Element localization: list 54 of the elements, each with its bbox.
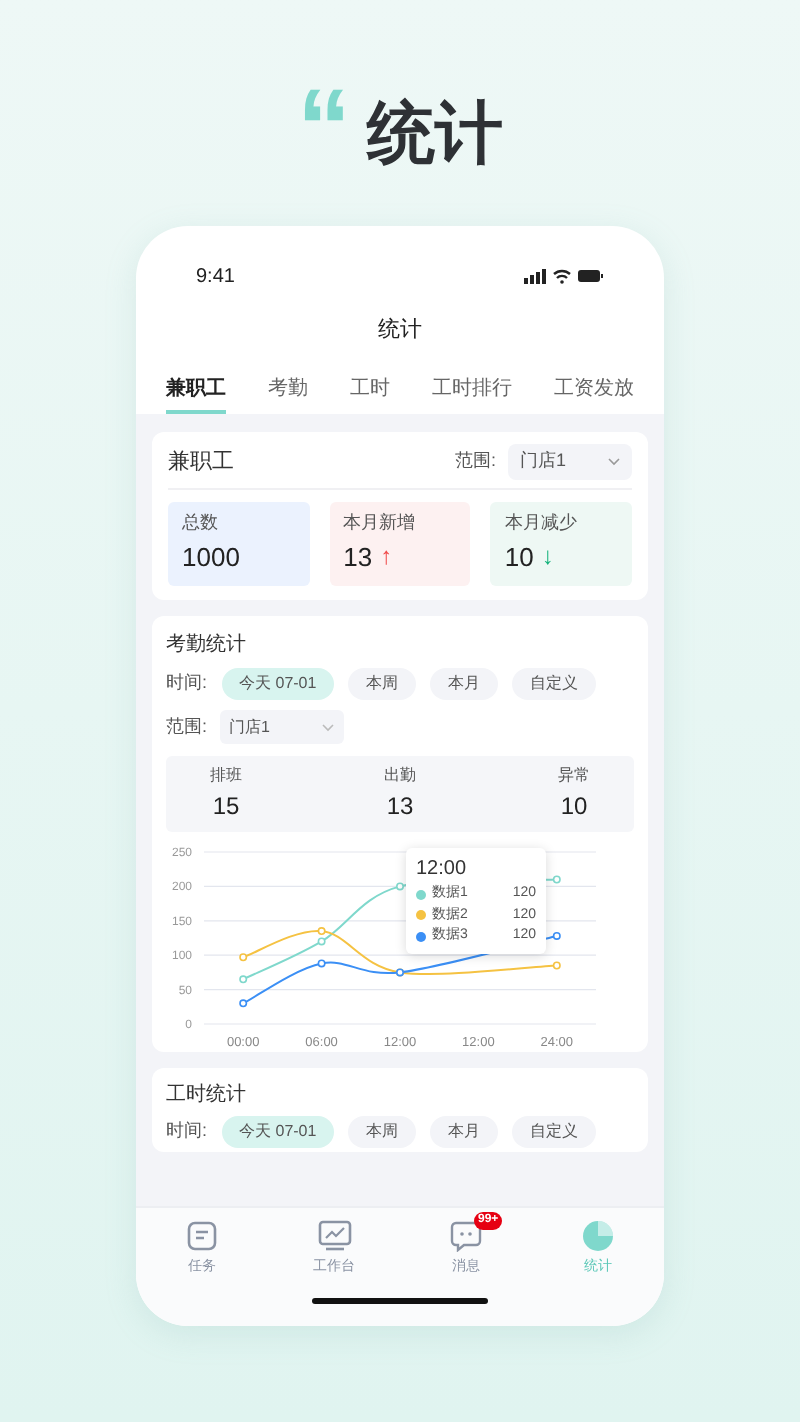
stat-label: 本月新增 — [343, 510, 418, 536]
stat-value: 1000 — [182, 539, 240, 575]
range-label: 范围: — [454, 448, 496, 475]
status-icons — [524, 268, 604, 284]
list-icon — [186, 1220, 218, 1252]
filter-chip[interactable]: 自定义 — [512, 1116, 597, 1148]
filter-chip[interactable]: 今天 07-01 — [221, 668, 335, 700]
stat-value: 13 — [343, 539, 373, 575]
card-title: 兼职工 — [168, 447, 234, 478]
status-time: 9:41 — [196, 263, 235, 291]
data-point — [239, 999, 248, 1008]
tooltip-time: 12:00 — [416, 856, 469, 884]
quote-mark: “ — [297, 88, 351, 168]
pie-chart-icon — [582, 1220, 614, 1252]
data-point — [552, 931, 561, 940]
summary-label: 出勤 — [384, 764, 416, 788]
range-dropdown[interactable]: 门店1 — [508, 444, 632, 480]
data-point — [552, 961, 561, 970]
tab[interactable]: 工时排行 — [432, 374, 512, 414]
filter-chip[interactable]: 本月 — [430, 1116, 499, 1148]
filter-chip[interactable]: 本周 — [348, 668, 417, 700]
card-title: 考勤统计 — [166, 631, 248, 660]
summary-value: 15 — [212, 790, 240, 824]
filter-chip[interactable]: 今天 07-01 — [221, 1116, 335, 1148]
filter-chip[interactable]: 自定义 — [512, 668, 597, 700]
summary-value: 10 — [560, 790, 588, 824]
data-point — [552, 875, 561, 884]
tab[interactable]: 工时 — [350, 374, 390, 414]
filter-chip[interactable]: 本周 — [348, 1116, 417, 1148]
range-dropdown[interactable]: 门店1 — [219, 710, 344, 744]
data-point — [239, 975, 248, 984]
time-label: 时间: — [166, 1118, 208, 1145]
data-point — [239, 953, 248, 962]
chevron-down-icon — [608, 458, 620, 466]
summary-value: 13 — [386, 790, 414, 824]
summary-label: 排班 — [210, 764, 242, 788]
screen-title: 统计 — [378, 315, 422, 346]
tab[interactable]: 工资发放 — [554, 374, 634, 414]
chevron-down-icon — [321, 723, 334, 731]
data-point — [317, 959, 326, 968]
range-label: 范围: — [166, 713, 208, 740]
stat-label: 总数 — [182, 510, 220, 536]
page-heading: 统计 — [367, 94, 503, 176]
trend-arrow: ↑ — [380, 540, 393, 575]
stat-value: 10 — [504, 539, 534, 575]
time-label: 时间: — [166, 670, 208, 697]
monitor-icon — [317, 1220, 351, 1252]
stat-label: 本月减少 — [504, 510, 579, 536]
summary-label: 异常 — [558, 764, 590, 788]
filter-chip[interactable]: 本月 — [430, 668, 499, 700]
chat-icon — [450, 1220, 482, 1252]
tab[interactable]: 考勤 — [268, 374, 308, 414]
trend-arrow: ↓ — [541, 540, 554, 575]
card-title: 工时统计 — [166, 1081, 248, 1110]
